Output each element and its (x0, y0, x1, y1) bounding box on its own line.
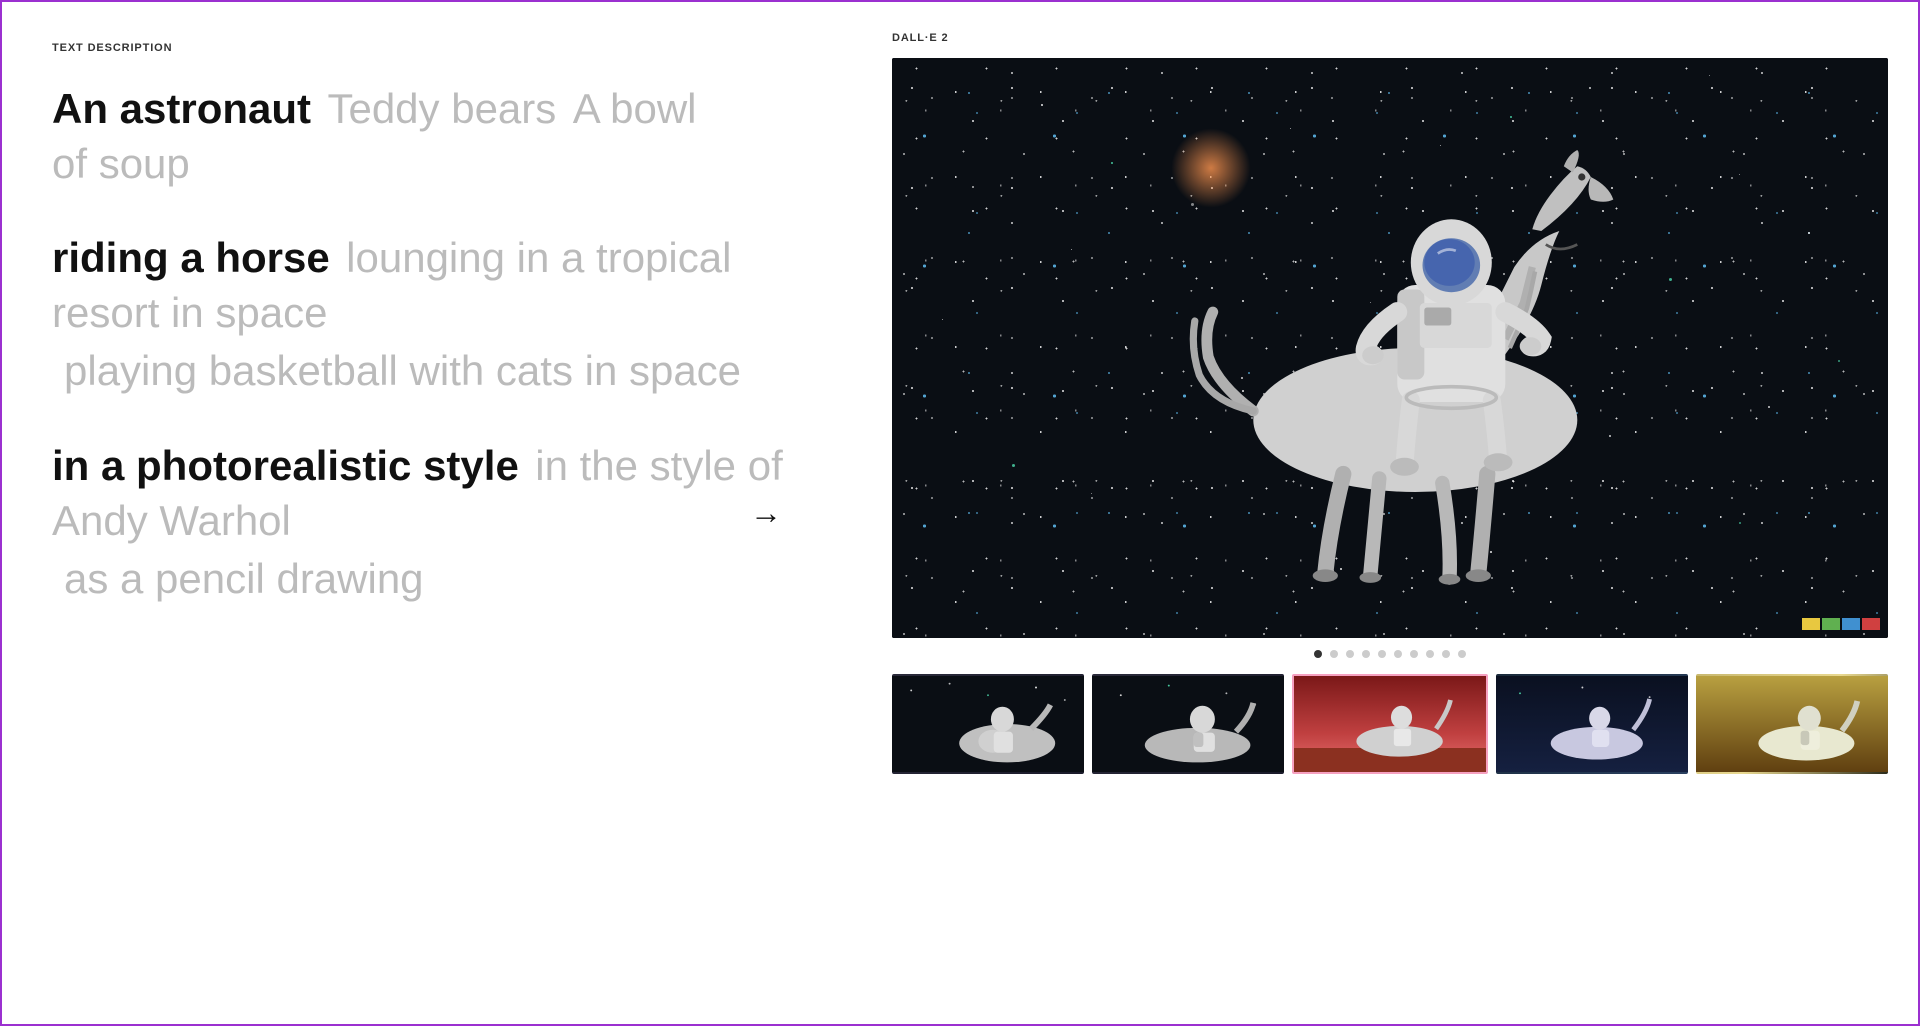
color-swatch-yellow (1802, 618, 1820, 630)
pagination-dot-4[interactable] (1362, 650, 1370, 658)
text-primary-astronaut[interactable]: An astronaut (52, 85, 311, 132)
pagination-dot-6[interactable] (1394, 650, 1402, 658)
thumbnail-1[interactable] (892, 674, 1084, 774)
thumbnail-3[interactable] (1292, 674, 1488, 774)
pagination-dot-10[interactable] (1458, 650, 1466, 658)
text-block-style: in a photorealistic style in the style o… (52, 439, 812, 607)
thumbnail-2[interactable] (1092, 674, 1284, 774)
text-primary-riding[interactable]: riding a horse (52, 234, 330, 281)
color-bar (1802, 618, 1880, 630)
text-block-action: riding a horse lounging in a tropical re… (52, 231, 812, 399)
thumbnail-strip (892, 670, 1888, 774)
section-label-left: TEXT DESCRIPTION (52, 42, 812, 54)
pagination-dot-1[interactable] (1314, 650, 1322, 658)
pagination-dots (892, 638, 1888, 670)
pagination-dot-3[interactable] (1346, 650, 1354, 658)
astronaut-horse-svg (992, 87, 1839, 609)
text-alt-pencil[interactable]: as a pencil drawing (64, 555, 424, 602)
pagination-dot-2[interactable] (1330, 650, 1338, 658)
text-block-subject: An astronaut Teddy bears A bowlof soup (52, 82, 812, 191)
pagination-dot-8[interactable] (1426, 650, 1434, 658)
pagination-dot-7[interactable] (1410, 650, 1418, 658)
main-layout: TEXT DESCRIPTION An astronaut Teddy bear… (2, 2, 1918, 1024)
thumbnail-5[interactable] (1696, 674, 1888, 774)
figure-container (992, 87, 1839, 609)
color-swatch-green (1822, 618, 1840, 630)
pagination-dot-9[interactable] (1442, 650, 1450, 658)
text-alt-teddy[interactable]: Teddy bears (327, 85, 556, 132)
generate-arrow[interactable]: → (750, 495, 782, 532)
color-swatch-red (1862, 618, 1880, 630)
text-alt-basketball[interactable]: playing basketball with cats in space (64, 347, 741, 394)
text-primary-style[interactable]: in a photorealistic style (52, 442, 519, 489)
section-label-right: DALL·E 2 (892, 32, 1888, 44)
main-image[interactable] (892, 58, 1888, 638)
left-panel: TEXT DESCRIPTION An astronaut Teddy bear… (2, 2, 862, 1024)
color-swatch-blue (1842, 618, 1860, 630)
thumbnail-4[interactable] (1496, 674, 1688, 774)
pagination-dot-5[interactable] (1378, 650, 1386, 658)
right-panel: DALL·E 2 (862, 2, 1918, 1024)
